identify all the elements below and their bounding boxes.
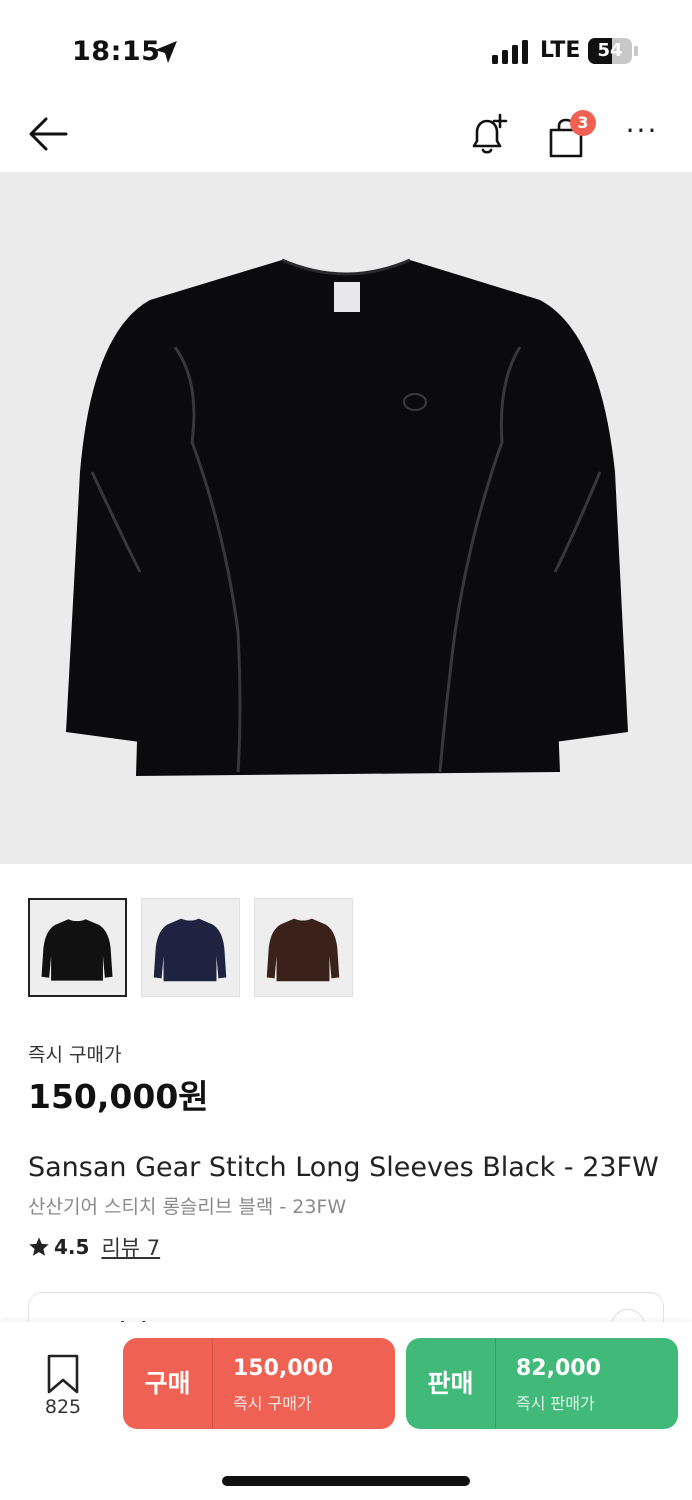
status-time: 18:15 [72,36,161,67]
bottom-action-bar: 825 구매 150,000 즉시 구매가 판매 82,000 즉시 판매가 [0,1322,692,1500]
rating-value: 4.5 [54,1235,90,1259]
top-nav: 3 ··· [0,100,692,172]
thumbnail-navy[interactable] [141,898,240,997]
buy-label: 구매 [123,1338,213,1429]
sell-button[interactable]: 판매 82,000 즉시 판매가 [406,1338,678,1429]
cellular-signal-icon [492,40,528,64]
bell-plus-icon[interactable] [466,112,510,158]
sell-label: 판매 [406,1338,496,1429]
thumbnail-black[interactable] [28,898,127,997]
buy-price-label: 즉시 구매가 [233,1394,312,1413]
buy-price: 150,000 [233,1356,334,1381]
more-horizontal-icon[interactable]: ··· [622,117,662,148]
home-indicator[interactable] [222,1476,470,1486]
bookmark-count: 825 [44,1396,82,1418]
bookmark-icon [47,1354,79,1394]
product-image[interactable] [0,172,692,864]
buy-button[interactable]: 구매 150,000 즉시 구매가 [123,1338,395,1429]
product-name-en: Sansan Gear Stitch Long Sleeves Black - … [28,1152,659,1183]
price-value: 150,000원 [28,1077,209,1116]
cart-button[interactable]: 3 [544,110,600,160]
arrow-left-icon[interactable] [26,114,72,154]
sell-price: 82,000 [516,1356,601,1381]
shirt-image [66,258,628,776]
status-bar: 18:15 LTE 54 [0,0,692,100]
cart-badge: 3 [570,110,596,136]
battery-percent: 54 [597,40,623,61]
thumbnail-brown[interactable] [254,898,353,997]
battery-icon: 54 [588,38,638,64]
location-arrow-icon [155,41,177,63]
product-name-ko: 산산기어 스티치 롱슬리브 블랙 - 23FW [28,1196,347,1218]
review-link[interactable]: 리뷰 7 [101,1232,160,1262]
bookmark-button[interactable]: 825 [32,1350,94,1420]
rating: 4.5 리뷰 7 [28,1232,160,1262]
price-label: 즉시 구매가 [28,1044,122,1066]
network-type: LTE [540,38,581,63]
sell-price-label: 즉시 판매가 [516,1394,595,1413]
star-icon [29,1237,49,1256]
